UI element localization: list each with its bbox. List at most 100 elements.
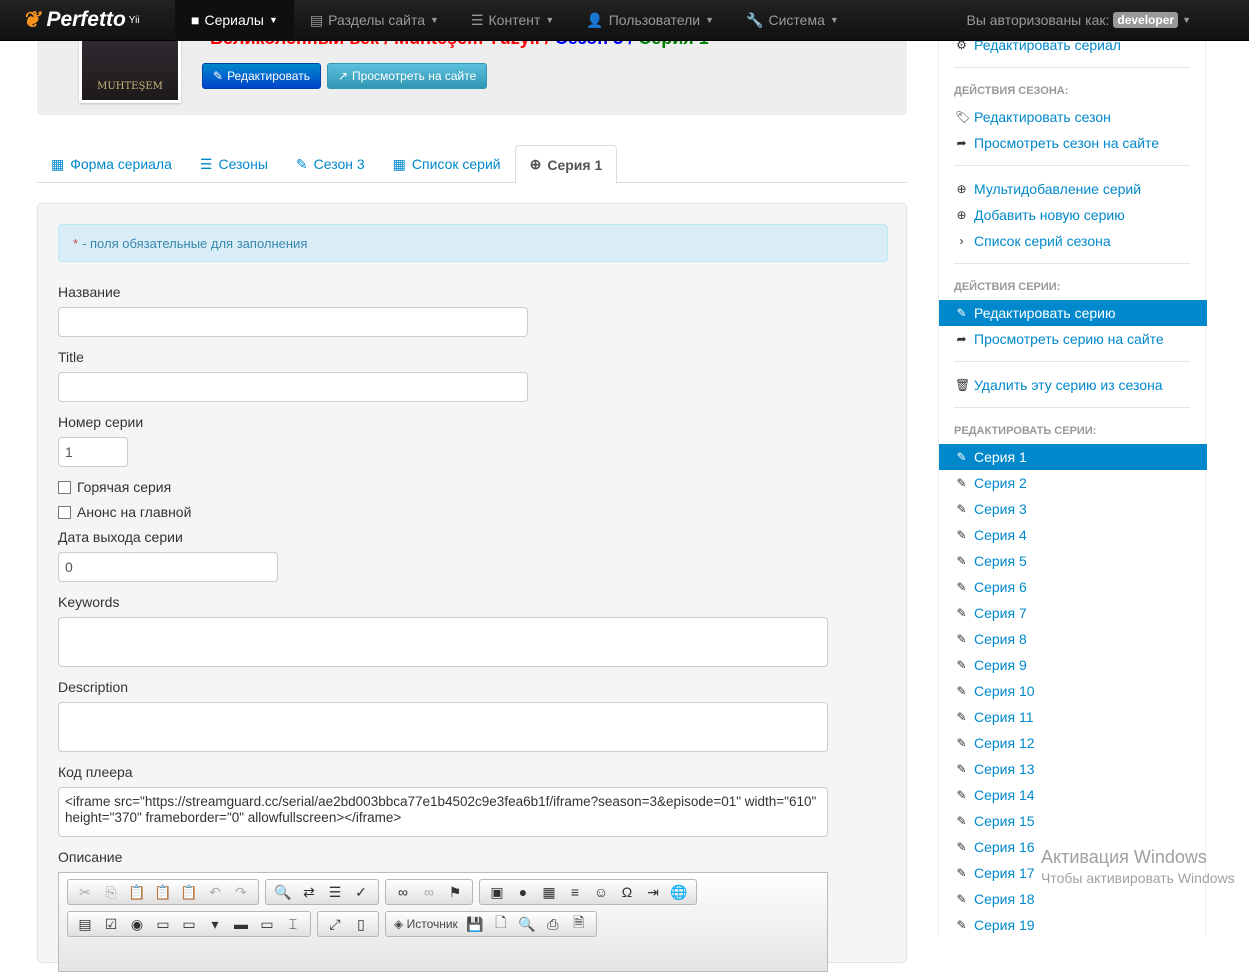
sidebar-label: Список серий сезона [974,233,1111,249]
sidebar-episode-item[interactable]: ✎ Серия 4 [939,522,1207,548]
sidebar-episode-item[interactable]: ✎ Серия 2 [939,470,1207,496]
checkbox-icon[interactable]: ☑ [98,916,124,933]
player-code-textarea[interactable]: <iframe src="https://streamguard.cc/seri… [58,787,828,837]
hidden-field-icon[interactable]: ⌶ [280,916,306,933]
textfield-icon[interactable]: ▭ [150,916,176,933]
description-textarea[interactable] [58,702,828,752]
sidebar-delete-episode[interactable]: 🗑 Удалить эту серию из сезона [939,372,1207,398]
sidebar-episode-item[interactable]: ✎ Серия 1 [939,444,1207,470]
paste-text-icon[interactable]: 📋 [150,884,176,901]
sidebar-view-season[interactable]: ➦ Просмотреть сезон на сайте [939,130,1207,156]
tab-episode-1[interactable]: ⊕ Серия 1 [514,145,618,184]
tab-seasons[interactable]: ☰ Сезоны [186,145,282,183]
sidebar-episode-item[interactable]: ✎ Серия 10 [939,678,1207,704]
sidebar-view-episode[interactable]: ➦ Просмотреть серию на сайте [939,326,1207,352]
tab-season-3[interactable]: ✎ Сезон 3 [282,145,379,183]
sidebar-episode-item[interactable]: ✎ Серия 12 [939,730,1207,756]
sidebar-label: Серия 17 [974,865,1035,881]
smiley-icon[interactable]: ☺ [588,884,614,900]
find-icon[interactable]: 🔍 [270,884,296,901]
checkbox[interactable] [58,480,71,494]
preview-icon[interactable]: 🔍 [514,916,540,933]
spellcheck-icon[interactable]: ✓ [348,884,374,901]
hot-checkbox[interactable]: Горячая серия [58,479,171,495]
maximize-icon[interactable]: ⤢ [322,916,348,933]
sidebar-episode-list[interactable]: › Список серий сезона [939,228,1207,254]
checkbox[interactable] [58,505,71,519]
edit-icon: ✎ [956,528,967,542]
announce-checkbox[interactable]: Анонс на главной [58,504,191,520]
sidebar-edit-episode[interactable]: ✎ Редактировать серию [939,300,1207,326]
keywords-textarea[interactable] [58,617,828,667]
date-input[interactable]: 0 [58,552,278,582]
show-blocks-icon[interactable]: ▯ [348,916,374,933]
plus-circle-icon: ⊕ [529,156,542,172]
nav-label: Система [768,12,825,28]
nav-content[interactable]: ☰ Контент ▼ [455,0,570,41]
copy-icon[interactable]: ⎘ [98,884,124,901]
edit-icon: ✎ [956,476,967,490]
horizontal-rule-icon[interactable]: ≡ [562,884,588,900]
tab-serial-form[interactable]: ▦ Форма сериала [37,145,186,183]
paste-icon[interactable]: 📋 [124,884,150,901]
button-icon[interactable]: ▬ [228,916,254,932]
title-input[interactable] [58,372,528,402]
sidebar-edit-season[interactable]: 🏷 Редактировать сезон [939,104,1207,130]
view-on-site-button[interactable]: ↗ Просмотреть на сайте [326,63,488,89]
redo-icon[interactable]: ↷ [228,884,254,901]
radio-icon[interactable]: ◉ [124,916,150,933]
name-input[interactable] [58,307,528,337]
new-page-icon[interactable]: 🗋 [488,912,514,936]
episode-number-input[interactable]: 1 [58,437,128,467]
undo-icon[interactable]: ↶ [202,884,228,901]
replace-icon[interactable]: ⇄ [296,884,322,901]
anchor-flag-icon[interactable]: ⚑ [442,884,468,901]
image-icon[interactable]: ▣ [484,884,510,901]
nav-sections[interactable]: ▤ Разделы сайта ▼ [294,0,455,41]
pencil-icon: ✎ [295,155,308,172]
sidebar-episode-item[interactable]: ✎ Серия 6 [939,574,1207,600]
checkbox-label: Анонс на главной [77,504,192,520]
cut-icon[interactable]: ✂ [72,884,98,901]
paste-word-icon[interactable]: 📋 [176,884,202,901]
select-icon[interactable]: ▾ [202,916,228,933]
sidebar-episode-item[interactable]: ✎ Серия 13 [939,756,1207,782]
list-icon: ☰ [470,11,484,28]
textarea-icon[interactable]: ▭ [176,916,202,933]
form-icon[interactable]: ▤ [72,916,98,933]
flash-icon[interactable]: ● [510,884,536,900]
nav-users[interactable]: 👤 Пользователи ▼ [570,0,730,41]
templates-icon[interactable]: 🗎 [566,912,592,936]
sidebar-episode-item[interactable]: ✎ Серия 3 [939,496,1207,522]
unlink-icon[interactable]: ∞ [416,884,442,900]
source-button[interactable]: ◈ Источник [390,917,462,931]
list-icon: ☰ [199,155,213,172]
save-icon[interactable]: 💾 [462,916,488,933]
nav-system[interactable]: 🔧 Система ▼ [730,0,855,41]
special-char-icon[interactable]: Ω [614,884,640,900]
sidebar-episode-item[interactable]: ✎ Серия 15 [939,808,1207,834]
link-icon[interactable]: ∞ [390,884,416,900]
sidebar-episode-item[interactable]: ✎ Серия 18 [939,886,1207,912]
iframe-globe-icon[interactable]: 🌐 [666,884,692,901]
brand-logo[interactable]: ❦ Perfetto Yii [0,0,175,41]
tab-episode-list[interactable]: ▦ Список серий [379,145,515,183]
sidebar-episode-item[interactable]: ✎ Серия 5 [939,548,1207,574]
sidebar-episode-item[interactable]: ✎ Серия 7 [939,600,1207,626]
sidebar-episode-item[interactable]: ✎ Серия 14 [939,782,1207,808]
user-menu[interactable]: Вы авторизованы как: developer ▼ [966,12,1191,28]
edit-serial-button[interactable]: ✎ Редактировать [202,63,321,89]
select-all-icon[interactable]: ☰ [322,884,348,901]
sidebar-multi-add[interactable]: ⊕ Мультидобавление серий [939,176,1207,202]
image-button-icon[interactable]: ▭ [254,916,280,933]
table-icon[interactable]: ▦ [536,884,562,901]
share-icon: ↗ [337,69,349,83]
sidebar-add-episode[interactable]: ⊕ Добавить новую серию [939,202,1207,228]
sidebar-episode-item[interactable]: ✎ Серия 8 [939,626,1207,652]
print-icon[interactable]: ⎙ [540,916,566,933]
page-break-icon[interactable]: ⇥ [640,884,666,901]
nav-serials[interactable]: ■ Сериалы ▼ [175,0,294,41]
sidebar-episode-item[interactable]: ✎ Серия 11 [939,704,1207,730]
sidebar-episode-item[interactable]: ✎ Серия 19 [939,912,1207,938]
sidebar-episode-item[interactable]: ✎ Серия 9 [939,652,1207,678]
